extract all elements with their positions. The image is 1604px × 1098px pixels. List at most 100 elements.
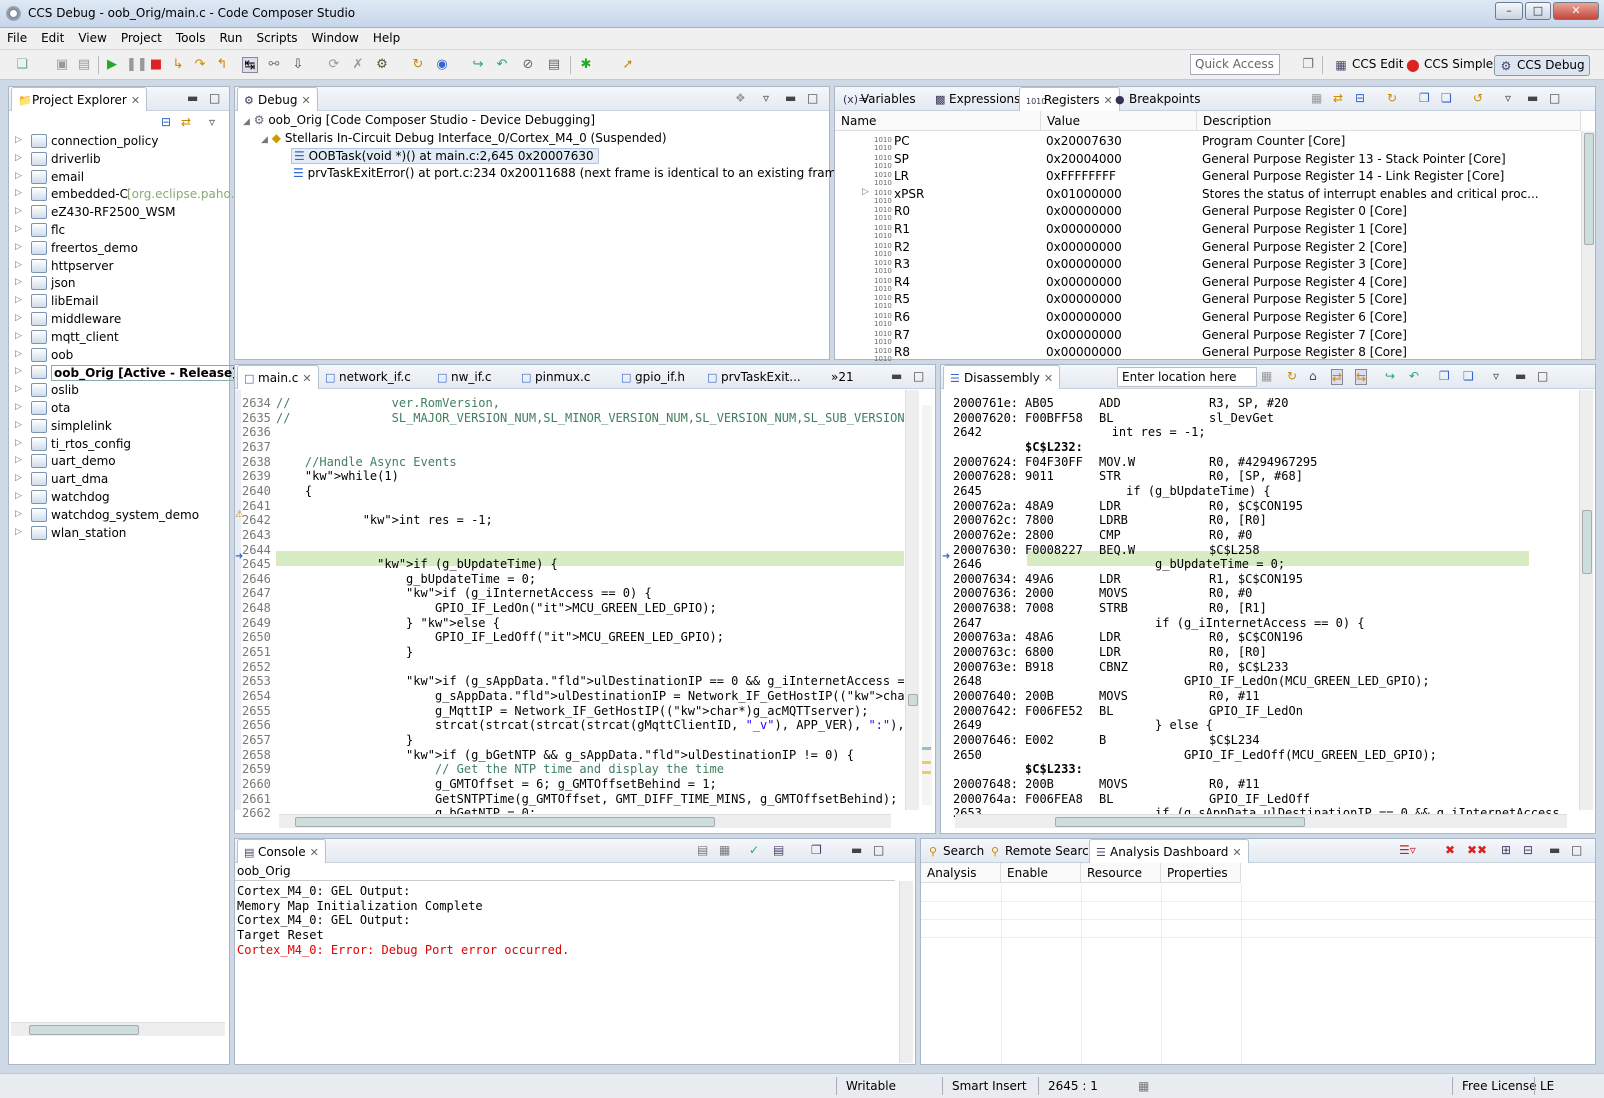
vertical-scrollbar[interactable] [899, 881, 913, 1063]
refresh-icon[interactable]: ↻ [1387, 91, 1397, 105]
instruction-operands[interactable]: GPIO_IF_LedOn [1209, 704, 1303, 719]
instruction-opcode[interactable]: 7008 [1025, 601, 1054, 616]
tab-expressions[interactable]: ▩ Expressions [929, 87, 1026, 111]
instruction-address[interactable]: 20007630: [953, 543, 1018, 558]
instruction-operands[interactable]: R0, #0 [1209, 586, 1252, 601]
tab-analysis-dashboard[interactable]: ☰ Analysis Dashboard ✕ [1089, 839, 1249, 863]
pin-console-icon[interactable]: ✓ [749, 843, 759, 857]
code-line[interactable]: "kw">if (g_bUpdateTime) { [276, 557, 904, 572]
scroll-lock-icon[interactable]: ▦ [719, 843, 730, 857]
step-into-icon[interactable]: ↳ [170, 57, 186, 73]
column-header-name[interactable]: Name [835, 111, 1041, 131]
vertical-scrollbar[interactable] [1579, 390, 1593, 810]
code-line[interactable]: "kw">while(1) [276, 469, 904, 484]
horizontal-scrollbar[interactable] [279, 814, 891, 828]
expand-icon[interactable]: ▷ [15, 224, 22, 234]
project-item[interactable]: ▷ embedded-C [org.eclipse.paho.m [9, 186, 246, 204]
save-icon[interactable]: ▣ [54, 57, 70, 73]
project-item[interactable]: ▷ wlan_station [9, 525, 227, 543]
code-line[interactable]: "kw">if (g_iInternetAccess == 0) { [276, 586, 904, 601]
step-return-icon[interactable]: ↰ [214, 57, 230, 73]
instruction-operands[interactable]: R0, #0 [1209, 528, 1252, 543]
expand-icon[interactable]: ▷ [15, 242, 22, 252]
expand-icon[interactable]: ▷ [15, 455, 22, 465]
menu-view[interactable]: View [71, 28, 113, 45]
register-value[interactable]: 0x00000000 [1046, 292, 1122, 306]
remove-icon[interactable]: ✖ [1445, 843, 1455, 857]
instruction-operands[interactable]: R0, $C$L233 [1209, 660, 1288, 675]
project-item[interactable]: ▷ oslib [9, 382, 227, 400]
close-icon[interactable]: ✕ [301, 94, 310, 107]
close-icon[interactable]: ✕ [302, 372, 311, 385]
register-row[interactable]: 1010 1010 R3 0x00000000 General Purpose Regi… [836, 256, 1580, 275]
register-row[interactable]: 1010 1010 SP 0x20004000 General Purpose Regi… [836, 151, 1580, 170]
instruction-opcode[interactable]: 6800 [1025, 645, 1054, 660]
display-console-icon[interactable]: ▤ [773, 843, 784, 857]
code-line[interactable]: g_bUpdateTime = 0; [276, 572, 904, 587]
register-value[interactable]: 0x00000000 [1046, 222, 1122, 236]
code-line[interactable]: // ver.RomVersion, [276, 396, 904, 411]
instruction-address[interactable]: 20007646: [953, 733, 1018, 748]
new-view-icon[interactable]: ❐ [1439, 369, 1450, 383]
register-value[interactable]: 0x20007630 [1046, 134, 1122, 148]
tab-remote-search[interactable]: ⚲ Remote Search [985, 839, 1102, 863]
column-header-description[interactable]: Description [1197, 111, 1581, 131]
minimize-icon[interactable]: ▬ [1527, 91, 1538, 105]
instruction-address[interactable]: 20007648: [953, 777, 1018, 792]
tab-search[interactable]: ⚲ Search [923, 839, 990, 863]
instruction-operands[interactable]: R0, [R1] [1209, 601, 1267, 616]
close-icon[interactable]: ✕ [131, 94, 140, 107]
register-collapse-icon[interactable]: ⊟ [1355, 91, 1365, 105]
code-line[interactable]: //Handle Async Events [276, 455, 904, 470]
heap-status-icon[interactable]: ▦ [1138, 1079, 1149, 1093]
code-line[interactable]: GetSNTPTime(g_GMTOffset, GMT_DIFF_TIME_M… [276, 792, 904, 807]
project-item[interactable]: ▷ ota [9, 400, 227, 418]
tab-registers[interactable]: 1010 Registers ✕ [1019, 87, 1120, 111]
instruction-address[interactable]: 2000762c: [953, 513, 1018, 528]
register-row[interactable]: 1010 1010 PC 0x20007630 Program Counter [Cor… [836, 133, 1580, 152]
instruction-mnemonic[interactable]: B [1099, 733, 1106, 748]
code-line[interactable]: "kw">int res = -1; [276, 513, 904, 528]
close-icon[interactable]: ✕ [1232, 846, 1241, 859]
horizontal-scrollbar[interactable] [955, 814, 1567, 828]
instruction-opcode[interactable]: AB05 [1025, 396, 1054, 411]
instruction-operands[interactable]: $C$L234 [1209, 733, 1260, 748]
source-line-number[interactable]: 2648 [953, 674, 982, 689]
source-line-number[interactable]: 2646 [953, 557, 982, 572]
collapse-all-icon[interactable]: ⊟ [161, 115, 171, 129]
tab-main-c[interactable]: □ main.c ✕ [237, 365, 319, 389]
perspective-ccs-edit[interactable]: ▦ CCS Edit [1330, 55, 1407, 76]
instruction-address[interactable]: 2000761e: [953, 396, 1018, 411]
project-item[interactable]: ▷ oob_Orig [Active - Release] [9, 364, 241, 382]
instruction-address[interactable]: 20007634: [953, 572, 1018, 587]
project-item[interactable]: ▷ watchdog [9, 489, 227, 507]
link-editor-icon[interactable]: ⇄ [181, 115, 191, 129]
expand-icon[interactable]: ▷ [15, 366, 22, 376]
memory-icon[interactable]: ◉ [434, 57, 450, 73]
refresh-icon[interactable]: ↻ [1287, 369, 1297, 383]
project-item[interactable]: ▷ ti_rtos_config [9, 436, 227, 454]
view-menu-icon[interactable]: ▿ [1493, 369, 1499, 383]
instruction-address[interactable]: 2000762e: [953, 528, 1018, 543]
debug-icon[interactable]: ✱ [578, 57, 594, 73]
license-status[interactable]: Free License [1462, 1079, 1537, 1093]
project-item[interactable]: ▷ connection_policy [9, 133, 227, 151]
tab-pinmux-c[interactable]: □ pinmux.c [515, 365, 596, 389]
maximize-icon[interactable]: □ [807, 91, 818, 105]
expand-icon[interactable]: ▷ [15, 313, 22, 323]
register-row[interactable]: 1010 1010 R8 0x00000000 General Purpose Regi… [836, 344, 1580, 363]
perspective-ccs-debug[interactable]: ⚙ CCS Debug [1494, 55, 1590, 76]
instruction-address[interactable]: 20007642: [953, 704, 1018, 719]
menu-help[interactable]: Help [366, 28, 407, 45]
project-item[interactable]: ▷ uart_demo [9, 453, 227, 471]
tab-project-explorer[interactable]: 📁Project Explorer ✕ [11, 87, 148, 111]
debug-session-row[interactable]: ◢ ⚙ oob_Orig [Code Composer Studio - Dev… [243, 113, 595, 127]
instruction-operands[interactable]: GPIO_IF_LedOff [1209, 792, 1310, 807]
instruction-address[interactable]: 20007620: [953, 411, 1018, 426]
tab-gpio-if-h[interactable]: □ gpio_if.h [615, 365, 691, 389]
step-over-icon[interactable]: ↷ [192, 57, 208, 73]
expand-icon[interactable]: ▷ [15, 384, 22, 394]
column-header-resource[interactable]: Resource [1081, 863, 1161, 883]
instruction-stepping-icon[interactable]: ↹ [242, 57, 258, 73]
register-row[interactable]: 1010 1010 R4 0x00000000 General Purpose Regi… [836, 274, 1580, 293]
